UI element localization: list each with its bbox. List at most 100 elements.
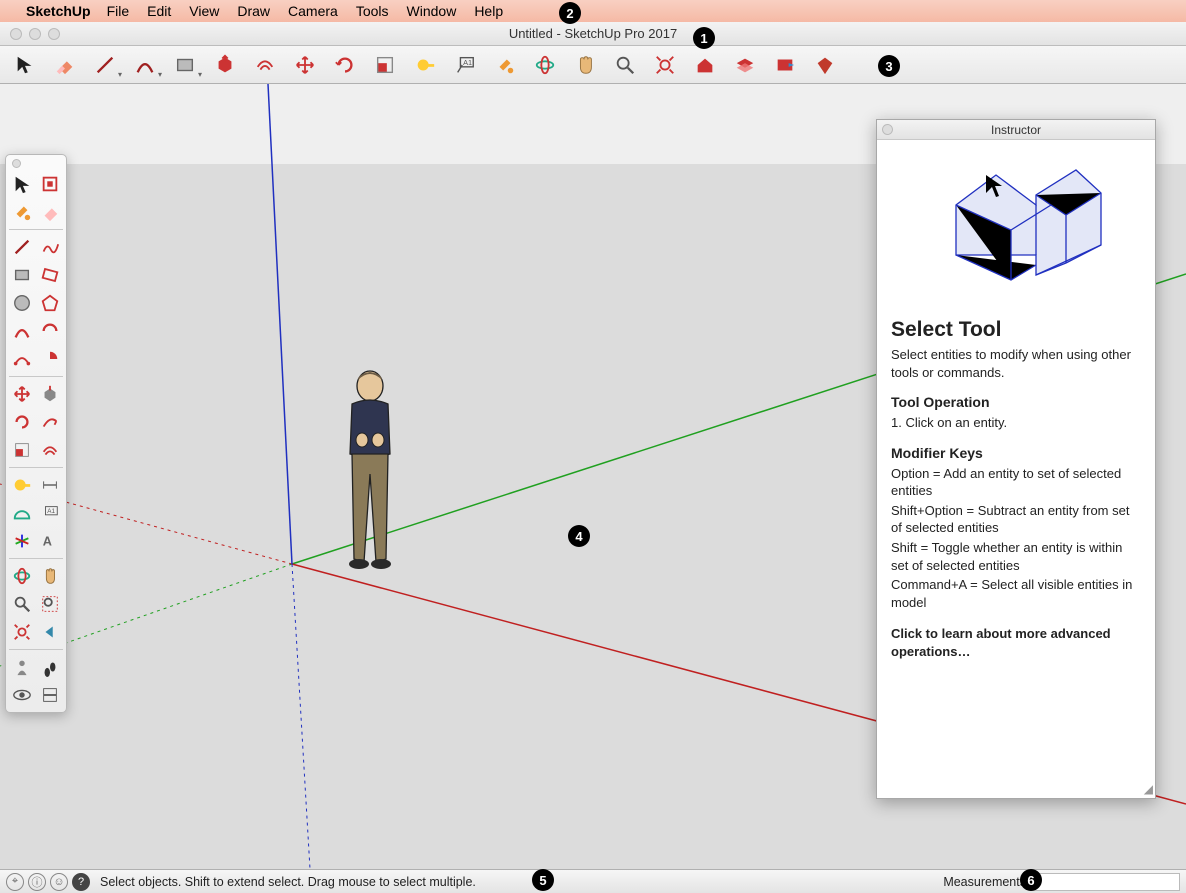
instructor-close-button[interactable] <box>882 124 893 135</box>
menubar-app-name[interactable]: SketchUp <box>26 3 91 19</box>
pushpull-tool[interactable] <box>37 381 63 407</box>
move-tool[interactable] <box>9 381 35 407</box>
scale-tool[interactable] <box>9 437 35 463</box>
eraser-tool[interactable] <box>37 199 63 225</box>
arc-tool[interactable] <box>9 318 35 344</box>
zoom-extents-tool[interactable] <box>9 619 35 645</box>
line-tool[interactable]: ▾ <box>92 52 118 78</box>
close-button[interactable] <box>10 28 22 40</box>
dimension-tool[interactable] <box>37 472 63 498</box>
instructor-illustration <box>877 140 1155 300</box>
arc2-tool[interactable] <box>37 318 63 344</box>
ruby-tool[interactable] <box>812 52 838 78</box>
followme-tool[interactable] <box>37 409 63 435</box>
look-tool[interactable] <box>9 682 35 708</box>
instructor-mod-1: Shift+Option = Subtract an entity from s… <box>891 502 1141 537</box>
menu-view[interactable]: View <box>189 3 219 19</box>
rectangle-tool[interactable]: ▾ <box>172 52 198 78</box>
offset-tool[interactable] <box>37 437 63 463</box>
window-titlebar: Untitled - SketchUp Pro 2017 <box>0 22 1186 46</box>
instructor-subtitle: Select entities to modify when using oth… <box>891 346 1141 381</box>
instructor-op-head: Tool Operation <box>891 393 1141 412</box>
pie-tool[interactable] <box>37 346 63 372</box>
menu-draw[interactable]: Draw <box>237 3 270 19</box>
text-tool[interactable]: A1 <box>452 52 478 78</box>
pushpull-tool[interactable] <box>212 52 238 78</box>
section-tool[interactable] <box>37 682 63 708</box>
zoom-extents-tool[interactable] <box>652 52 678 78</box>
menu-edit[interactable]: Edit <box>147 3 171 19</box>
svg-text:A1: A1 <box>47 508 55 515</box>
menu-window[interactable]: Window <box>407 3 457 19</box>
instructor-titlebar[interactable]: Instructor <box>877 120 1155 140</box>
badge-4: 4 <box>568 525 590 547</box>
layers-tool[interactable] <box>732 52 758 78</box>
position-camera-tool[interactable] <box>9 654 35 680</box>
window-title: Untitled - SketchUp Pro 2017 <box>0 26 1186 41</box>
zoom-tool[interactable] <box>9 591 35 617</box>
instructor-mod-2: Shift = Toggle whether an entity is with… <box>891 539 1141 574</box>
arc3-tool[interactable] <box>9 346 35 372</box>
3dtext-tool[interactable]: A <box>37 528 63 554</box>
make-component-tool[interactable] <box>37 171 63 197</box>
extensions-tool[interactable] <box>772 52 798 78</box>
help-icon[interactable]: ? <box>72 873 90 891</box>
orbit-tool[interactable] <box>532 52 558 78</box>
badge-3: 3 <box>878 55 900 77</box>
protractor-tool[interactable] <box>9 500 35 526</box>
menu-help[interactable]: Help <box>474 3 503 19</box>
geo-icon[interactable]: ⌖ <box>6 873 24 891</box>
instructor-learn-more[interactable]: Click to learn about more advanced opera… <box>891 625 1141 660</box>
warehouse-tool[interactable] <box>692 52 718 78</box>
instructor-heading: Select Tool <box>891 316 1141 344</box>
freehand-tool[interactable] <box>37 234 63 260</box>
signin-icon[interactable]: ☺ <box>50 873 68 891</box>
instructor-panel: Instructor Select Tool Select entities t… <box>876 119 1156 799</box>
orbit-tool[interactable] <box>9 563 35 589</box>
rotate-tool[interactable] <box>332 52 358 78</box>
svg-text:A1: A1 <box>463 58 472 67</box>
walk-tool[interactable] <box>37 654 63 680</box>
eraser-tool[interactable] <box>52 52 78 78</box>
zoom-button[interactable] <box>48 28 60 40</box>
paint-tool[interactable] <box>9 199 35 225</box>
instructor-op-text: 1. Click on an entity. <box>891 414 1141 432</box>
zoom-tool[interactable] <box>612 52 638 78</box>
tape-tool[interactable] <box>9 472 35 498</box>
paint-tool[interactable] <box>492 52 518 78</box>
polygon-tool[interactable] <box>37 290 63 316</box>
tape-tool[interactable] <box>412 52 438 78</box>
previous-tool[interactable] <box>37 619 63 645</box>
offset-tool[interactable] <box>252 52 278 78</box>
rotated-rect-tool[interactable] <box>37 262 63 288</box>
rotate-tool[interactable] <box>9 409 35 435</box>
pan-tool[interactable] <box>572 52 598 78</box>
main-toolbar: ▾ ▾ ▾ A1 <box>0 46 1186 84</box>
axes-tool[interactable] <box>9 528 35 554</box>
circle-tool[interactable] <box>9 290 35 316</box>
scale-tool[interactable] <box>372 52 398 78</box>
pan-tool[interactable] <box>37 563 63 589</box>
traffic-lights <box>10 28 60 40</box>
arc-tool[interactable]: ▾ <box>132 52 158 78</box>
badge-1: 1 <box>693 27 715 49</box>
menu-camera[interactable]: Camera <box>288 3 338 19</box>
palette-handle[interactable] <box>9 159 63 171</box>
line-tool[interactable] <box>9 234 35 260</box>
viewport[interactable]: A1 A Instructor Select Tool Select entiti… <box>0 84 1186 869</box>
minimize-button[interactable] <box>29 28 41 40</box>
text-tool[interactable]: A1 <box>37 500 63 526</box>
menu-file[interactable]: File <box>107 3 130 19</box>
badge-2: 2 <box>559 2 581 24</box>
zoom-window-tool[interactable] <box>37 591 63 617</box>
macos-menubar: SketchUp File Edit View Draw Camera Tool… <box>0 0 1186 22</box>
select-tool[interactable] <box>12 52 38 78</box>
instructor-resize-handle[interactable]: ◢ <box>1144 782 1153 796</box>
rectangle-tool[interactable] <box>9 262 35 288</box>
large-tool-palette[interactable]: A1 A <box>5 154 67 713</box>
select-tool[interactable] <box>9 171 35 197</box>
measurements-input[interactable] <box>1030 873 1180 891</box>
credits-icon[interactable]: ⓘ <box>28 873 46 891</box>
move-tool[interactable] <box>292 52 318 78</box>
menu-tools[interactable]: Tools <box>356 3 389 19</box>
